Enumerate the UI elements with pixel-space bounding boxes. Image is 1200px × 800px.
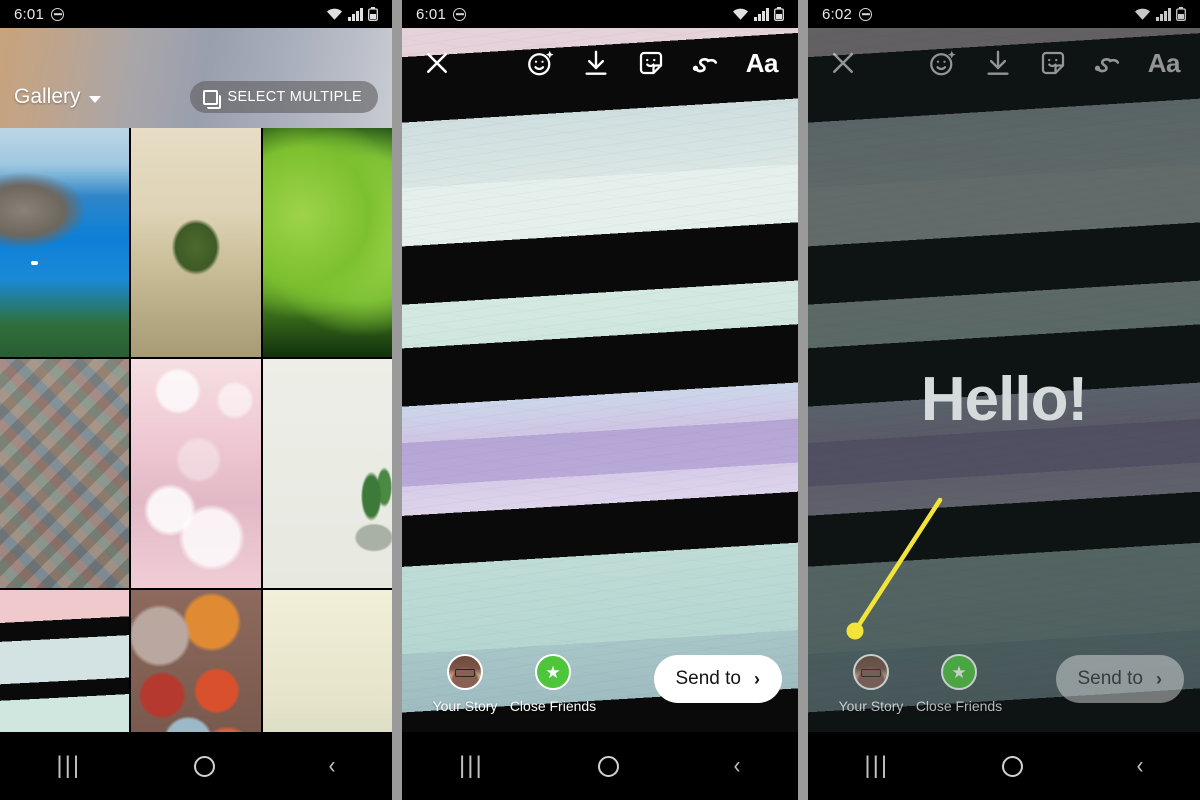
wifi-icon: [1134, 7, 1151, 21]
gallery-header: Gallery SELECT MULTIPLE: [0, 28, 392, 128]
thumbnail-beach-cove[interactable]: [0, 128, 130, 357]
story-toolbar: Aa: [808, 28, 1200, 98]
send-to-label: Send to: [1077, 668, 1144, 689]
status-bar-left: 6:02: [822, 6, 872, 23]
phone-panel-story-editor: 6:01 Aa Your Story ★ Close Friends Send …: [402, 0, 798, 800]
status-bar: 6:02: [808, 0, 1200, 28]
status-bar: 6:01: [402, 0, 798, 28]
chevron-down-icon: [88, 95, 101, 103]
thumbnail-pink-bokeh[interactable]: [131, 359, 261, 588]
avatar: [853, 654, 889, 690]
wifi-icon: [732, 7, 749, 21]
green-star-icon: ★: [941, 654, 977, 690]
sticker-icon[interactable]: [636, 48, 666, 78]
cellular-signal-icon: [1156, 8, 1171, 21]
your-story-label: Your Story: [838, 698, 904, 714]
android-nav-bar: ||| ‹: [0, 732, 392, 800]
story-text-overlay[interactable]: Hello!: [808, 364, 1200, 435]
three-panel-comparison: 6:01 Gallery SELECT MULTIPLE ||| ‹ 6:01 …: [0, 0, 1200, 800]
back-button[interactable]: ‹: [328, 754, 335, 778]
status-time: 6:01: [416, 5, 446, 23]
send-to-button[interactable]: Send to ›: [1055, 655, 1184, 703]
status-time: 6:02: [822, 5, 852, 23]
your-story-destination[interactable]: Your Story: [428, 654, 502, 714]
your-story-destination[interactable]: Your Story: [834, 654, 908, 714]
status-bar: 6:01: [0, 0, 392, 28]
sparkle-face-icon[interactable]: [526, 48, 556, 78]
wifi-icon: [326, 7, 343, 21]
home-button[interactable]: [1001, 755, 1023, 777]
do-not-disturb-icon: [859, 7, 872, 21]
download-icon[interactable]: [983, 48, 1013, 78]
story-canvas: Aa Hello! Your Story ★ Close Friends Sen…: [808, 28, 1200, 732]
send-to-label: Send to: [675, 668, 742, 689]
phone-panel-story-highlighted: 6:02 Aa Hello! Your Story ★ Close Friend…: [808, 0, 1200, 800]
squiggle-pen-icon[interactable]: [691, 48, 721, 78]
thumbnail-succulent-plant[interactable]: [262, 359, 392, 588]
home-button[interactable]: [193, 755, 215, 777]
photo-texture-overlay: [402, 28, 798, 732]
home-button[interactable]: [597, 755, 619, 777]
panel-divider-2: [798, 0, 808, 800]
battery-icon: [774, 7, 784, 21]
android-nav-bar: ||| ‹: [808, 732, 1200, 800]
green-star-icon: ★: [535, 654, 571, 690]
status-bar-right: [1134, 7, 1186, 21]
story-destination-bar: Your Story ★ Close Friends Send to ›: [402, 648, 798, 732]
select-multiple-label: SELECT MULTIPLE: [227, 89, 362, 105]
thumbnail-pastel-scale-tiles[interactable]: [0, 359, 130, 588]
sticker-icon[interactable]: [1038, 48, 1068, 78]
gallery-source-selector[interactable]: Gallery: [14, 85, 101, 109]
phone-panel-gallery: 6:01 Gallery SELECT MULTIPLE ||| ‹: [0, 0, 392, 800]
send-to-button[interactable]: Send to ›: [653, 655, 782, 703]
status-time: 6:01: [14, 5, 44, 23]
close-friends-destination[interactable]: ★ Close Friends: [510, 654, 596, 714]
close-icon[interactable]: [422, 48, 452, 78]
thumbnail-dewy-leaves[interactable]: [262, 128, 392, 357]
chevron-right-icon: ›: [1156, 668, 1162, 689]
status-bar-right: [732, 7, 784, 21]
gallery-body: Gallery SELECT MULTIPLE: [0, 28, 392, 800]
do-not-disturb-icon: [51, 7, 64, 21]
squiggle-pen-icon[interactable]: [1093, 48, 1123, 78]
close-friends-destination[interactable]: ★ Close Friends: [916, 654, 1002, 714]
close-icon[interactable]: [828, 48, 858, 78]
status-bar-left: 6:01: [14, 6, 64, 23]
story-canvas: Aa Your Story ★ Close Friends Send to ›: [402, 28, 798, 732]
panel-divider-1: [392, 0, 402, 800]
recents-button[interactable]: |||: [56, 754, 81, 778]
copy-stack-icon: [203, 89, 222, 109]
text-aa-icon[interactable]: Aa: [746, 50, 779, 76]
back-button[interactable]: ‹: [734, 754, 741, 778]
text-aa-icon[interactable]: Aa: [1148, 50, 1181, 76]
avatar: [447, 654, 483, 690]
do-not-disturb-icon: [453, 7, 466, 21]
gallery-grid: [0, 128, 392, 800]
download-icon[interactable]: [581, 48, 611, 78]
battery-icon: [1176, 7, 1186, 21]
status-bar-left: 6:01: [416, 6, 466, 23]
back-button[interactable]: ‹: [1136, 754, 1143, 778]
thumbnail-leaf-on-sand[interactable]: [131, 128, 261, 357]
android-nav-bar: ||| ‹: [402, 732, 798, 800]
chevron-right-icon: ›: [754, 668, 760, 689]
sparkle-face-icon[interactable]: [928, 48, 958, 78]
story-destination-bar: Your Story ★ Close Friends Send to ›: [808, 648, 1200, 732]
select-multiple-button[interactable]: SELECT MULTIPLE: [190, 81, 378, 113]
close-friends-label: Close Friends: [509, 698, 597, 714]
gallery-header-row: Gallery SELECT MULTIPLE: [0, 74, 392, 120]
story-toolbar: Aa: [402, 28, 798, 98]
status-bar-right: [326, 7, 378, 21]
gallery-source-label: Gallery: [14, 85, 81, 108]
cellular-signal-icon: [754, 8, 769, 21]
battery-icon: [368, 7, 378, 21]
your-story-label: Your Story: [432, 698, 498, 714]
recents-button[interactable]: |||: [459, 754, 484, 778]
recents-button[interactable]: |||: [864, 754, 889, 778]
close-friends-label: Close Friends: [915, 698, 1003, 714]
cellular-signal-icon: [348, 8, 363, 21]
